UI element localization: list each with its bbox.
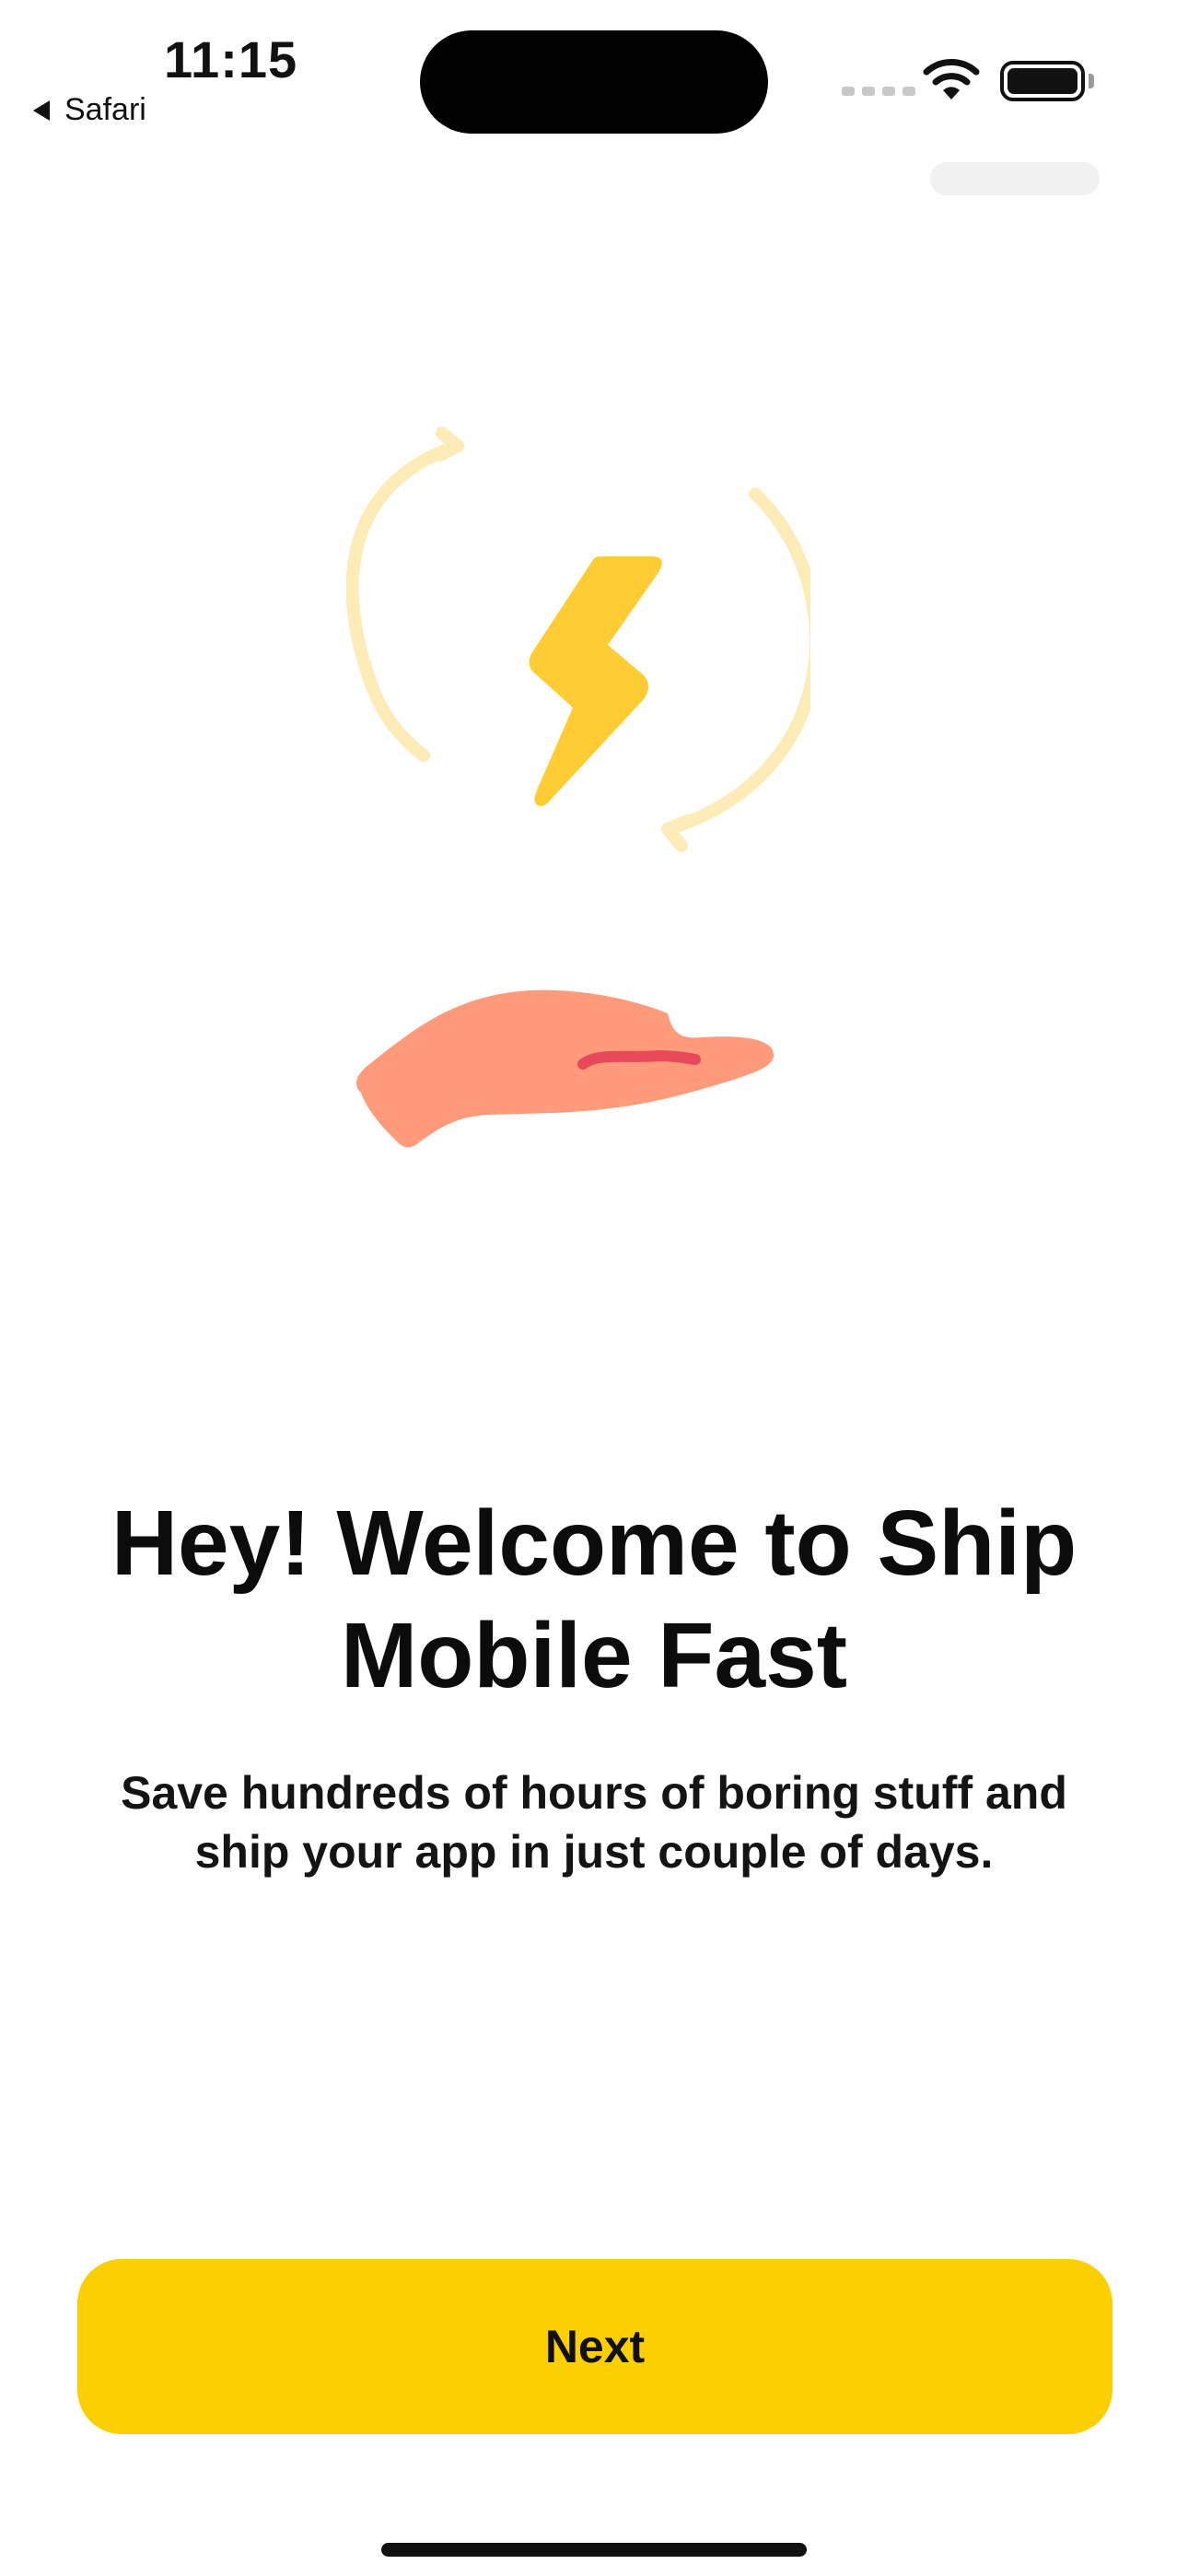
- refresh-arrow-right: [661, 487, 810, 836]
- dynamic-island: [420, 30, 768, 134]
- wifi-icon: [923, 59, 980, 100]
- refresh-arrow-left-head: [434, 427, 464, 462]
- welcome-title: Hey! Welcome to Ship Mobile Fast: [111, 1492, 1077, 1707]
- battery-icon: [1000, 61, 1085, 101]
- battery-nub: [1089, 74, 1094, 88]
- back-arrow-icon: [33, 100, 50, 121]
- lightning-bolt-icon: [529, 556, 662, 806]
- onboarding-illustration: [345, 427, 810, 1148]
- back-app-label: Safari: [64, 92, 146, 127]
- refresh-arrow-left: [345, 439, 464, 762]
- status-time: 11:15: [164, 30, 298, 88]
- back-to-safari-link[interactable]: Safari: [33, 92, 146, 128]
- next-button[interactable]: Next: [77, 2259, 1112, 2434]
- open-hand-icon: [355, 989, 774, 1148]
- home-indicator[interactable]: [381, 2543, 807, 2557]
- status-bar: 11:15 Safari: [0, 0, 1188, 184]
- skip-button-placeholder[interactable]: [930, 162, 1100, 195]
- welcome-subtitle: Save hundreds of hours of boring stuff a…: [121, 1767, 1067, 1878]
- refresh-arrow-right-head: [661, 814, 693, 852]
- cellular-signal-icon: [842, 87, 915, 96]
